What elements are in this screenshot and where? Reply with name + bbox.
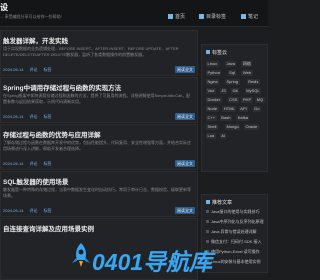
grid-icon <box>199 14 204 19</box>
home-icon <box>168 14 173 19</box>
read-more-button[interactable]: 阅读全文 <box>175 66 195 73</box>
tag-item[interactable]: CSS <box>227 97 239 103</box>
top-bar: 设 ... 享受编程分享可以给你一些帮助! 首页 目录标签 笔记 <box>0 0 268 27</box>
tag-item[interactable]: PHP <box>241 97 253 103</box>
panel-title: 推荐文章 <box>212 200 233 206</box>
tag-item[interactable]: Git <box>231 88 240 94</box>
tag-item[interactable]: Ai <box>219 133 227 139</box>
tag-item[interactable]: Java <box>225 61 237 67</box>
panel-title: 标签云 <box>212 50 228 56</box>
tag-item[interactable]: Spring <box>225 79 240 85</box>
tag-item[interactable]: Node <box>206 106 219 112</box>
tag-item[interactable]: Mongo <box>225 124 241 130</box>
watermark-logo: 0401导航库 <box>92 249 213 275</box>
post-card[interactable]: 存储过程与函数的优势与应用详解 了解存储过程与函数在数据库开发中的优势，包括性能… <box>0 124 198 170</box>
recommend-item[interactable]: Java接口的使用与实践技巧 <box>206 209 268 215</box>
tag-cloud-panel: 标签云 Linux Java 网络 Python Sql Web Nginx Spring Re… <box>201 44 268 172</box>
bullet-icon <box>206 230 209 233</box>
read-more-button[interactable]: 阅读全文 <box>175 160 195 167</box>
post-excerpt: 用于实现数据的业务逻辑处理，BEFORE INSERT、AFTER INSERT… <box>3 46 179 57</box>
recommend-item[interactable]: Java 异常与错误处理详解 <box>206 229 268 235</box>
tag-item[interactable]: MQ <box>255 97 265 103</box>
read-more-button[interactable]: 阅读全文 <box>175 207 195 214</box>
tag-item[interactable]: 网络 <box>241 61 253 67</box>
post-title[interactable]: SQL触发器的使用场景 <box>3 176 68 186</box>
post-card[interactable]: SQL触发器的使用场景 触发器是一种特殊的存储过程，当表中数据发生变化时自动执行… <box>0 171 198 217</box>
recommend-item[interactable]: 使用Python-Excel 读写操作 <box>206 249 268 255</box>
list-icon <box>206 200 210 204</box>
tag-item[interactable]: Redis <box>246 79 260 85</box>
nav-home[interactable]: 首页 <box>168 13 185 20</box>
site-logo[interactable]: 设 <box>0 2 8 13</box>
tag-item[interactable]: MySQL <box>244 88 262 94</box>
tag-item[interactable]: HTML <box>222 106 237 112</box>
post-meta: 2024-05-14 评论 标签 <box>3 161 52 166</box>
post-meta: 2024-05-14 评论 标签 <box>3 67 52 72</box>
tag-item[interactable]: Python <box>206 70 222 76</box>
recommend-item[interactable]: Linux的安装与基本使用实例 <box>206 259 268 265</box>
tag-item[interactable]: Nginx <box>206 79 220 85</box>
recommend-item[interactable]: Java中序列化与反序列化原理 <box>206 219 268 225</box>
tag-item[interactable]: API <box>238 106 249 112</box>
post-title[interactable]: 存储过程与函数的优势与应用详解 <box>3 129 101 139</box>
bullet-icon <box>206 210 209 213</box>
tag-item[interactable]: Web <box>241 70 253 76</box>
nav-categories[interactable]: 目录标签 <box>199 13 226 20</box>
rocket-icon <box>72 243 90 267</box>
post-meta: 2024-05-14 评论 标签 <box>3 208 52 213</box>
bullet-icon <box>206 220 209 223</box>
post-excerpt: 了解存储过程与函数在数据库开发中的优势，包括性能提升、代码复用、安全性增强等方面… <box>3 140 191 151</box>
tag-item[interactable]: Bash <box>219 115 232 121</box>
recommend-item[interactable]: 微信支付：扫码付 SDK 接入 <box>206 239 268 245</box>
tag-item[interactable]: Vue <box>206 88 216 94</box>
tag-item[interactable]: Go <box>252 106 261 112</box>
read-more-button[interactable]: 阅读全文 <box>175 113 195 120</box>
tag-item[interactable]: Lua <box>206 133 216 139</box>
post-card[interactable]: Spring中调用存储过程与函数的实现方法 在Spring框架中如何调用存储过程… <box>0 77 198 123</box>
post-title[interactable]: 触发器详解，开发实践 <box>3 35 68 45</box>
tag-item[interactable]: Sql <box>227 70 237 76</box>
tag-item[interactable]: Docker <box>206 97 222 103</box>
post-title[interactable]: 自连接查询详解及应用场景实例 <box>3 223 94 233</box>
post-excerpt: 在Spring框架中如何调用存储过程和函数的方法，提供了可复用的流程。详细讲解使… <box>3 93 191 104</box>
site-tagline: ... 享受编程分享可以给你一些帮助! <box>0 14 62 19</box>
tag-item[interactable]: JS <box>219 88 228 94</box>
tag-item[interactable]: Shell <box>206 124 218 130</box>
nav-notes[interactable]: 笔记 <box>241 13 258 20</box>
tag-item[interactable]: C++ <box>206 115 217 121</box>
note-icon <box>241 14 246 19</box>
tag-item[interactable]: Oracle <box>244 124 259 130</box>
post-title[interactable]: Spring中调用存储过程与函数的实现方法 <box>3 82 121 92</box>
tag-item[interactable]: Kafka <box>236 115 250 121</box>
tag-item[interactable]: Linux <box>206 61 219 67</box>
post-card[interactable]: 触发器详解，开发实践 用于实现数据的业务逻辑处理，BEFORE INSERT、A… <box>0 30 198 76</box>
tag-icon <box>206 50 210 54</box>
post-excerpt: 触发器是一种特殊的存储过程，当表中数据发生变化时自动执行。常用于审计日志、数据校… <box>3 187 191 198</box>
post-meta: 2024-05-14 评论 标签 <box>3 114 52 119</box>
